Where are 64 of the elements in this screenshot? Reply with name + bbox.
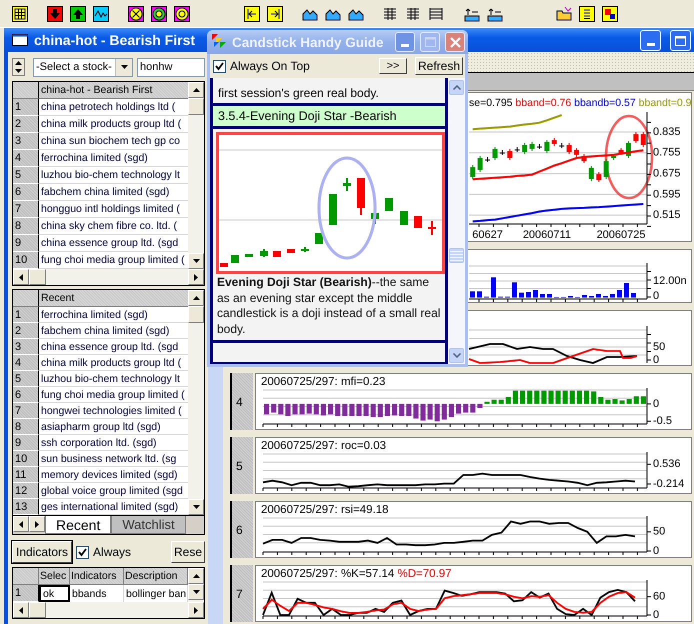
row-number: 6 [13, 387, 39, 403]
row-number: 10 [13, 451, 39, 467]
row-number: 11 [13, 467, 39, 483]
axis-label: 0.536 [653, 458, 681, 470]
row-number: 8 [13, 218, 39, 235]
indicator-title: 20060725/297: %K=57.14 %D=70.97 [261, 568, 452, 580]
indicator-title: 20060725/297: roc=0.03 [261, 440, 386, 452]
row-number: 9 [13, 235, 39, 252]
row-number: 2 [13, 116, 39, 133]
window-title: Candstick Handy Guide [232, 34, 384, 50]
row-number: 10 [13, 252, 39, 269]
axis-label: -0.5 [653, 415, 672, 428]
pane-number: 4 [230, 373, 253, 430]
axis-label: 0 [653, 608, 660, 621]
row-number: 13 [13, 499, 39, 515]
axis-label: 60 [653, 590, 666, 603]
axis-label: -0.214 [653, 478, 684, 490]
axis-label: 60627 [472, 229, 503, 241]
row-number: 1 [13, 307, 39, 323]
row-number: 2 [13, 323, 39, 339]
axis-label: 50 [653, 340, 666, 353]
row-number: 1 [13, 585, 39, 602]
row-number: 6 [13, 184, 39, 201]
row-number: 4 [13, 150, 39, 167]
row-number: 3 [13, 133, 39, 150]
column-header: Indicators [70, 568, 124, 585]
row-number: 1 [13, 99, 39, 116]
axis-label: 20060711 [522, 229, 571, 241]
indicator-title: 20060725/297: mfi=0.23 [261, 376, 386, 388]
pattern-heading: 3.5.4-Evening Doji Star -Bearish [213, 106, 445, 129]
pattern-description: Evening Doji Star (Bearish)--the same as an evening star except the middle candlestick is a doji instead of a small real body. [213, 274, 445, 343]
row-number: 5 [13, 167, 39, 184]
pane-number: 6 [230, 501, 253, 558]
axis-label: 0.515 [653, 209, 681, 222]
axis-label: 0.755 [653, 146, 681, 159]
checkbox-label: Always [93, 545, 132, 559]
axis-label: 0 [653, 354, 660, 365]
axis-label: 0.595 [653, 188, 681, 200]
row-number: 9 [13, 435, 39, 451]
axis-label: 0 [653, 290, 660, 302]
axis-label: 0 [653, 398, 660, 410]
indicator-title: 20060725/297: rsi=49.18 [261, 504, 389, 516]
row-number: 7 [13, 201, 39, 218]
row-number: 12 [13, 483, 39, 499]
axis-label: 0.835 [653, 126, 681, 138]
checkbox-label: Always On Top [230, 59, 310, 73]
row-number: 7 [13, 403, 39, 419]
column-header: Description [124, 568, 188, 585]
axis-label: 0 [653, 544, 660, 557]
window-title: china-hot - Bearish First [34, 32, 196, 48]
row-number: 5 [13, 371, 39, 387]
column-header: Selec [39, 568, 70, 585]
axis-label: 12.00n [653, 274, 687, 287]
pane-number: 7 [230, 565, 253, 622]
column-header: china-hot - Bearish First [39, 82, 188, 99]
row-number: 3 [13, 339, 39, 355]
pane-number: 5 [230, 437, 253, 494]
column-header: Recent [39, 290, 188, 307]
axis-label: 0.675 [653, 168, 681, 180]
row-number: 4 [13, 355, 39, 371]
axis-label: 50 [653, 526, 666, 538]
indicator-legend: se=0.795 bband=0.76 bbandb=0.57 bbandt=0.9 [469, 97, 691, 109]
axis-label: 20060725 [596, 229, 646, 241]
row-number: 8 [13, 419, 39, 435]
